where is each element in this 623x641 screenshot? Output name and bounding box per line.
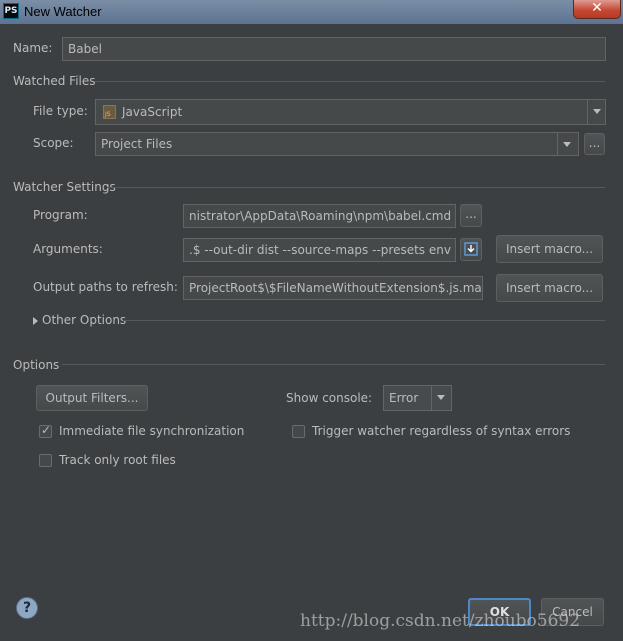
immediate-sync-label: Immediate file synchronization	[59, 424, 245, 438]
immediate-sync-checkbox[interactable]: ✓	[39, 423, 52, 438]
check-icon: ✓	[41, 423, 52, 437]
scope-label: Scope:	[33, 136, 74, 150]
trigger-watcher-checkbox[interactable]	[292, 425, 305, 438]
name-label: Name:	[13, 41, 53, 55]
watched-files-section-title: Watched Files	[13, 74, 96, 88]
section-divider	[107, 187, 605, 188]
expand-arguments-button[interactable]	[460, 238, 482, 261]
chevron-down-icon	[431, 386, 451, 410]
section-divider	[123, 320, 605, 321]
trigger-watcher-label: Trigger watcher regardless of syntax err…	[312, 424, 571, 438]
other-options-toggle[interactable]: Other Options	[33, 313, 126, 327]
section-divider	[95, 81, 605, 82]
title-bar: PS New Watcher ✕	[0, 0, 623, 24]
watcher-settings-section-title: Watcher Settings	[13, 180, 116, 194]
name-input[interactable]: Babel	[62, 37, 606, 61]
help-icon[interactable]: ?	[16, 597, 38, 619]
file-type-label: File type:	[33, 104, 88, 118]
track-root-label: Track only root files	[59, 453, 176, 467]
arguments-label: Arguments:	[33, 242, 103, 256]
output-paths-label: Output paths to refresh:	[33, 280, 178, 294]
scope-dropdown[interactable]: Project Files	[95, 132, 579, 156]
chevron-down-icon	[587, 100, 605, 124]
arguments-input[interactable]: .$ --out-dir dist --source-maps --preset…	[183, 238, 456, 262]
phpstorm-app-icon: PS	[3, 3, 19, 19]
file-type-dropdown[interactable]: JS JavaScript	[95, 99, 606, 125]
section-divider	[62, 364, 605, 365]
triangle-right-icon	[33, 316, 38, 325]
output-paths-insert-macro-button[interactable]: Insert macro...	[496, 274, 603, 302]
arguments-insert-macro-button[interactable]: Insert macro...	[496, 235, 603, 263]
track-root-checkbox[interactable]	[39, 454, 52, 467]
show-console-dropdown[interactable]: Error	[383, 385, 452, 411]
close-button[interactable]: ✕	[573, 0, 621, 19]
output-filters-button[interactable]: Output Filters...	[36, 385, 148, 411]
program-label: Program:	[33, 208, 88, 222]
output-paths-input[interactable]: ProjectRoot$\$FileNameWithoutExtension$.…	[183, 276, 483, 300]
program-input[interactable]: nistrator\AppData\Roaming\npm\babel.cmd	[183, 204, 456, 228]
javascript-file-icon: JS	[103, 105, 116, 119]
expand-field-icon	[464, 242, 478, 256]
scope-browse-button[interactable]: ...	[584, 133, 605, 155]
window-title: New Watcher	[24, 4, 102, 19]
show-console-label: Show console:	[286, 391, 373, 405]
watermark-text: http://blog.csdn.net/zhoubo5692	[300, 611, 581, 631]
program-browse-button[interactable]: ...	[460, 204, 482, 227]
chevron-down-icon	[557, 133, 578, 155]
options-section-title: Options	[13, 358, 60, 372]
